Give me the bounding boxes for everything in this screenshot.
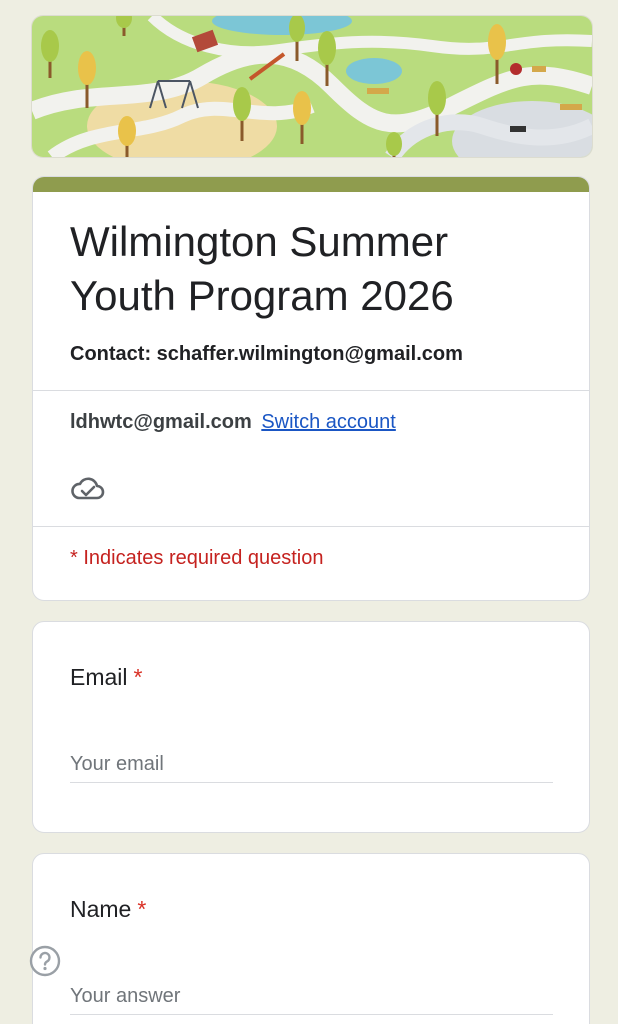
question-title: Name: [70, 896, 132, 922]
question-name-card: Name *: [32, 853, 590, 1024]
email-input[interactable]: [70, 746, 553, 783]
divider: [33, 526, 589, 527]
switch-account-link[interactable]: Switch account: [261, 411, 396, 433]
name-input[interactable]: [70, 978, 553, 1015]
header-banner-image: [31, 15, 593, 158]
required-asterisk: *: [137, 896, 147, 922]
account-row: ldhwtc@gmail.com Switch account: [70, 411, 396, 434]
account-email: ldhwtc@gmail.com: [70, 411, 252, 433]
question-title: Email: [70, 664, 128, 690]
help-circle-icon[interactable]: [29, 945, 61, 977]
cloud-check-icon: [71, 477, 105, 500]
form-page: Wilmington Summer Youth Program 2026 Con…: [0, 0, 618, 1024]
form-title: Wilmington Summer Youth Program 2026: [70, 218, 454, 319]
required-asterisk: *: [133, 664, 143, 690]
divider: [33, 390, 589, 391]
question-email-card: Email *: [32, 621, 590, 833]
form-header-card: Wilmington Summer Youth Program 2026 Con…: [32, 176, 590, 601]
form-contact: Contact: schaffer.wilmington@gmail.com: [70, 343, 463, 365]
required-question-note: * Indicates required question: [70, 547, 324, 569]
question-name-label: Name *: [70, 896, 146, 923]
form-accent-bar: [33, 177, 589, 192]
question-email-label: Email *: [70, 664, 142, 691]
